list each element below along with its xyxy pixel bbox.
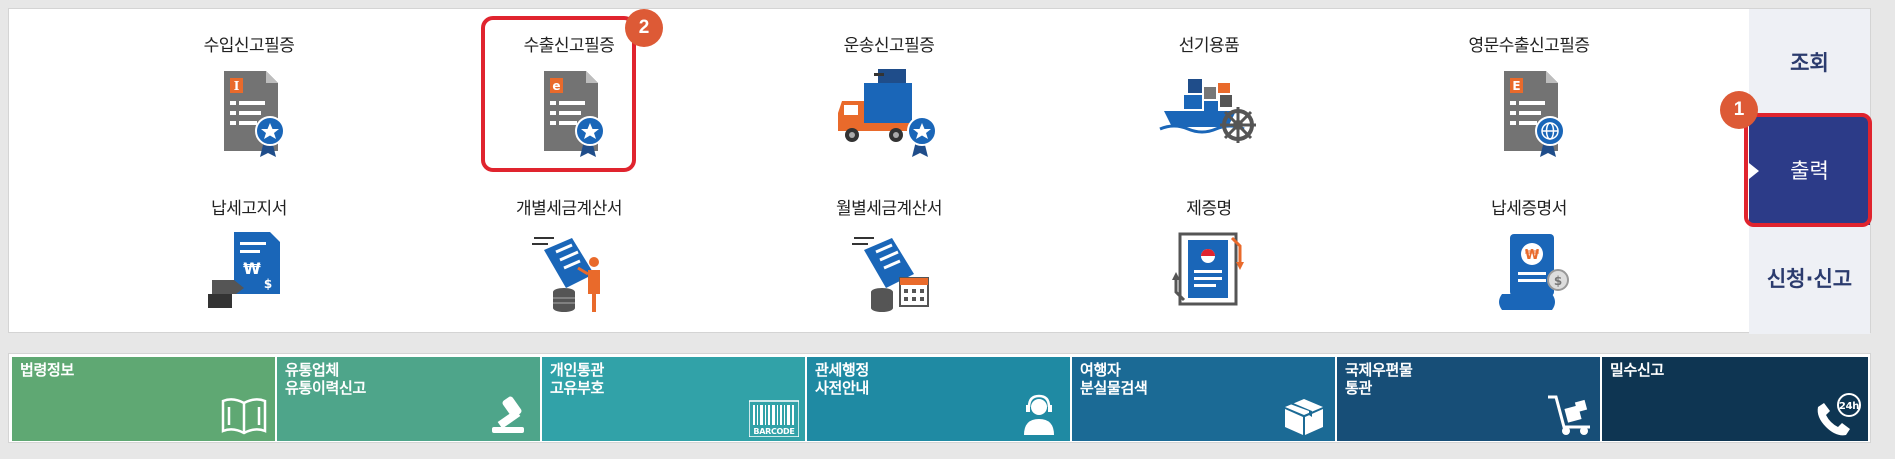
tile-intl-mail[interactable]: 국제우편물 통관 xyxy=(1337,357,1600,441)
item-transport-certificate[interactable]: 운송신고필증 xyxy=(719,9,1059,169)
tile-smuggling-report[interactable]: 밀수신고 24h xyxy=(1602,357,1868,441)
phone-24h-text: 24h xyxy=(1839,401,1859,412)
side-menu-application[interactable]: 신청·신고 xyxy=(1749,225,1870,333)
svg-text:I: I xyxy=(234,79,240,93)
tile-personal-customs-code[interactable]: 개인통관 고유부호 BARCODE xyxy=(542,357,805,441)
svg-text:$: $ xyxy=(264,277,272,291)
item-export-certificate[interactable]: 수출신고필증 e xyxy=(399,9,739,169)
hand-truck-icon xyxy=(1544,393,1594,437)
tile-title: 개인통관 xyxy=(550,361,605,379)
item-label: 제증명 xyxy=(1186,199,1232,219)
english-export-certificate-icon: E xyxy=(1474,61,1584,161)
item-label: 개별세금계산서 xyxy=(516,199,622,219)
tile-title: 여행자 xyxy=(1080,361,1121,379)
item-ship-supplies[interactable]: 선기용품 xyxy=(1039,9,1379,169)
item-tax-notice[interactable]: 납세고지서 ₩ $ xyxy=(79,172,419,332)
call-agent-icon xyxy=(1014,393,1064,437)
tile-distribution[interactable]: 유통업체 유통이력신고 xyxy=(277,357,540,441)
item-monthly-tax-invoice[interactable]: 월별세금계산서 xyxy=(719,172,1059,332)
quick-links: 법령정보 유통업체 유통이력신고 개인통관 고유부호 BARCODE 관세행정 … xyxy=(8,353,1871,443)
svg-text:e: e xyxy=(552,79,560,93)
stamp-icon xyxy=(484,393,534,437)
tax-payment-certificate-icon: ₩ $ xyxy=(1474,224,1584,324)
barcode-text: BARCODE xyxy=(753,427,794,436)
transport-certificate-icon xyxy=(834,61,944,161)
side-menu-inquiry[interactable]: 조회 xyxy=(1749,9,1870,117)
tile-title: 관세행정 xyxy=(815,361,870,379)
item-label: 선기용품 xyxy=(1178,36,1240,56)
item-label: 월별세금계산서 xyxy=(836,199,942,219)
highlight-side-output xyxy=(1744,113,1872,227)
tile-title: 유통업체 xyxy=(285,361,340,379)
svg-text:₩: ₩ xyxy=(243,259,261,278)
tile-law-info[interactable]: 법령정보 xyxy=(12,357,275,441)
item-import-certificate[interactable]: 수입신고필증 I xyxy=(79,9,419,169)
step-badge-2: 2 xyxy=(625,9,663,47)
book-icon xyxy=(219,393,269,437)
item-label: 납세증명서 xyxy=(1491,199,1567,219)
import-certificate-icon: I xyxy=(194,61,304,161)
tile-title: 밀수신고 xyxy=(1610,361,1665,379)
item-tax-payment-certificate[interactable]: 납세증명서 ₩ $ xyxy=(1359,172,1699,332)
item-label: 영문수출신고필증 xyxy=(1468,36,1590,56)
package-icon xyxy=(1279,393,1329,437)
export-certificate-icon: e xyxy=(514,61,624,161)
svg-text:₩: ₩ xyxy=(1525,248,1540,263)
svg-text:$: $ xyxy=(1554,274,1562,288)
tax-notice-icon: ₩ $ xyxy=(194,224,304,324)
output-panel: 수입신고필증 I 수출신고필증 e 운송신고필증 선기용품 영문수출신고필증 E… xyxy=(8,8,1871,334)
item-label: 수입신고필증 xyxy=(203,36,295,56)
item-label: 운송신고필증 xyxy=(843,36,935,56)
item-label: 수출신고필증 xyxy=(523,36,615,56)
individual-tax-invoice-icon xyxy=(514,224,624,324)
item-certificate[interactable]: 제증명 xyxy=(1039,172,1379,332)
monthly-tax-invoice-icon xyxy=(834,224,944,324)
ship-supplies-icon xyxy=(1154,61,1264,161)
step-badge-1: 1 xyxy=(1720,91,1758,129)
tile-customs-guide[interactable]: 관세행정 사전안내 xyxy=(807,357,1070,441)
svg-text:E: E xyxy=(1512,79,1520,93)
tile-title: 국제우편물 xyxy=(1345,361,1413,379)
item-individual-tax-invoice[interactable]: 개별세금계산서 xyxy=(399,172,739,332)
certificate-icon xyxy=(1154,224,1264,324)
barcode-icon: BARCODE xyxy=(749,393,799,437)
item-english-export-certificate[interactable]: 영문수출신고필증 E xyxy=(1359,9,1699,169)
tile-lost-items[interactable]: 여행자 분실물검색 xyxy=(1072,357,1335,441)
phone-24h-icon: 24h xyxy=(1812,393,1862,437)
output-grid: 수입신고필증 I 수출신고필증 e 운송신고필증 선기용품 영문수출신고필증 E… xyxy=(9,9,1751,334)
item-label: 납세고지서 xyxy=(211,199,287,219)
tile-title: 법령정보 xyxy=(20,361,75,379)
